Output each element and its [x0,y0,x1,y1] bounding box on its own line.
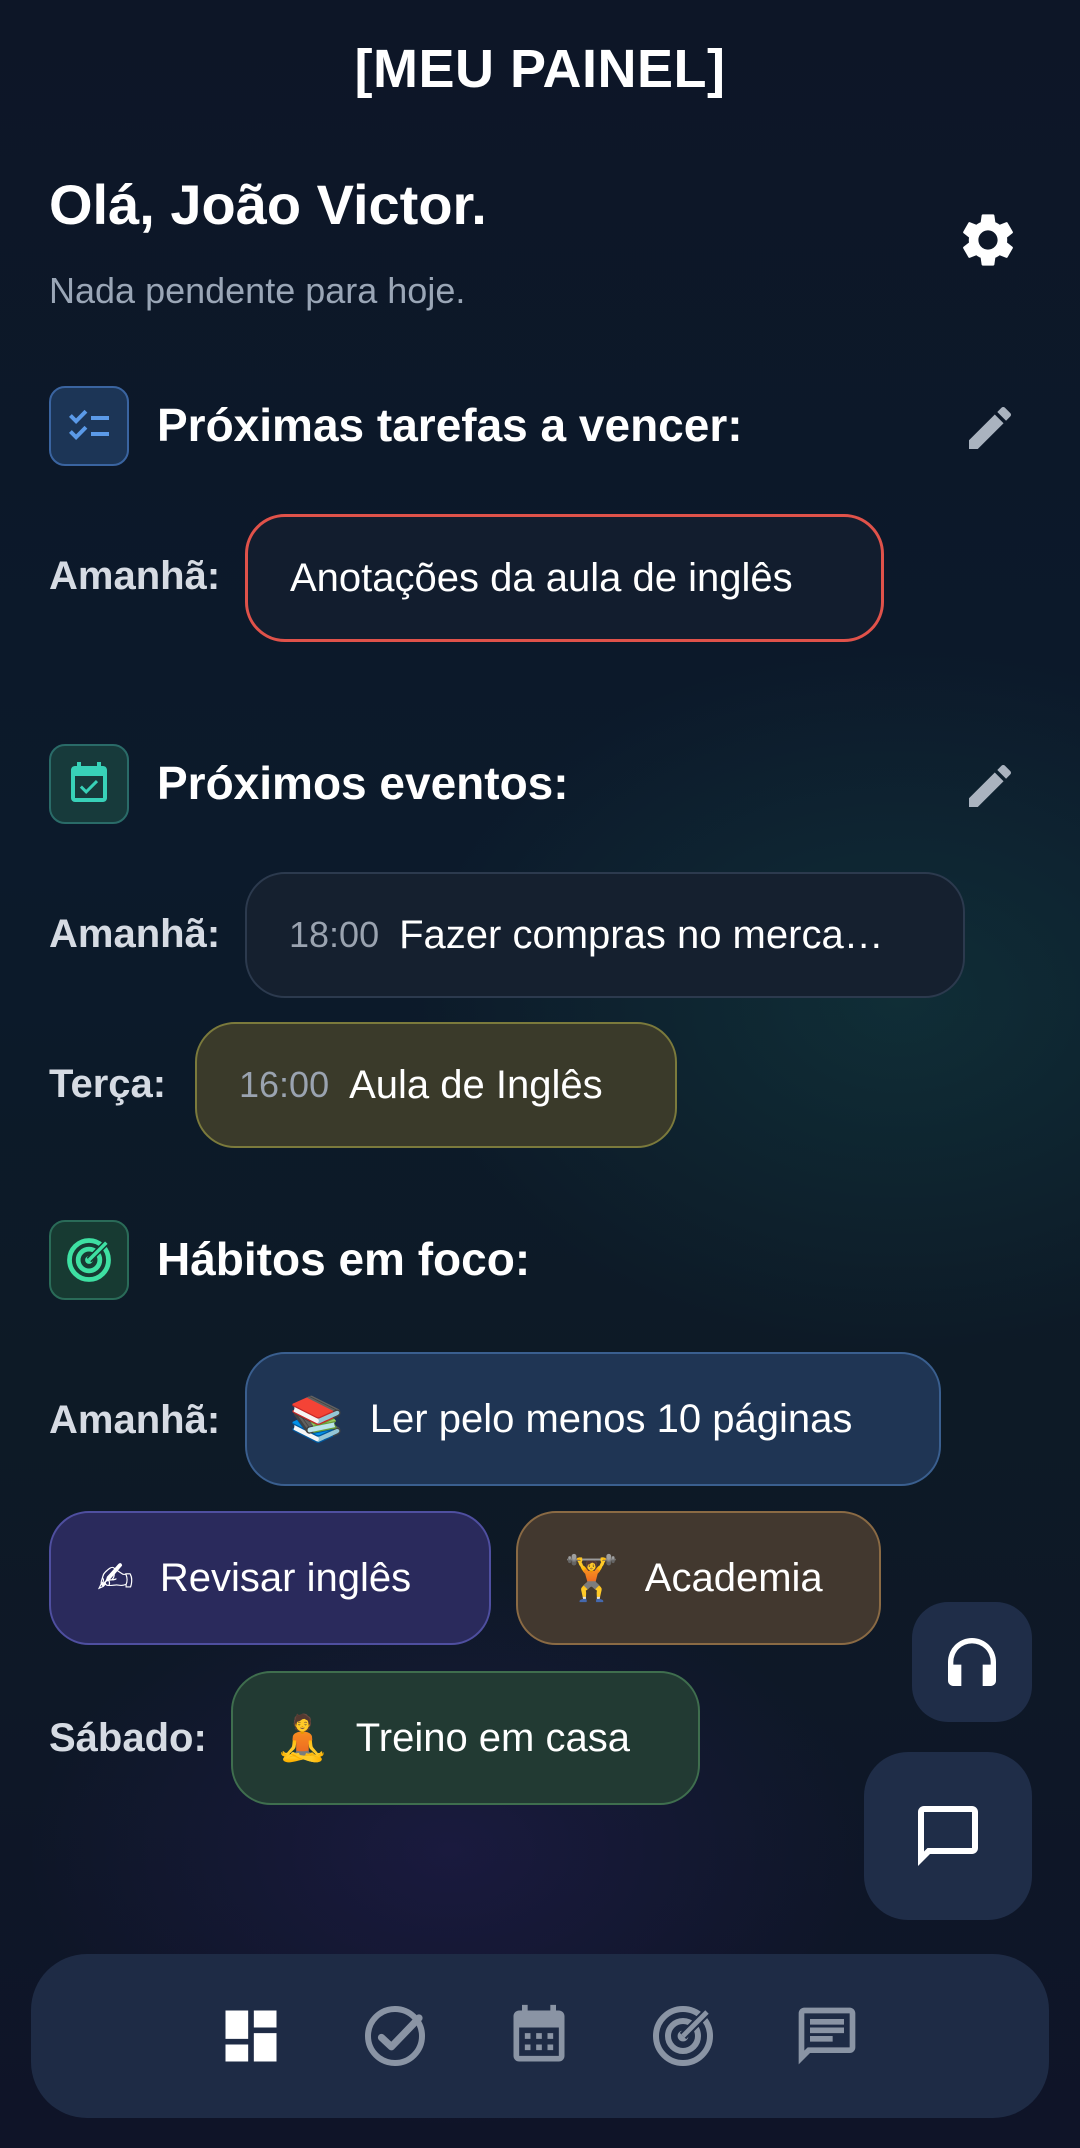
weightlifter-icon: 🏋 [564,1553,619,1604]
habits-section-title: Hábitos em foco: [157,1233,531,1285]
chat-icon [918,1806,978,1866]
habit-day-label: Amanhã: [49,1398,221,1442]
checklist-icon [49,386,129,466]
habit-text: Academia [644,1555,823,1600]
gear-icon[interactable] [956,208,1020,272]
greeting-subtitle: Nada pendente para hoje. [49,270,466,311]
habit-text: Treino em casa [355,1715,630,1760]
headphones-button[interactable] [912,1602,1032,1722]
event-text: Aula de Inglês [349,1062,603,1107]
event-time: 18:00 [289,914,380,955]
event-chip[interactable]: 18:00 Fazer compras no merca… [245,872,965,998]
chat-button[interactable] [864,1752,1032,1920]
habit-chip[interactable]: 🏋 Academia [516,1511,881,1645]
calendar-icon[interactable] [499,1996,579,2076]
page-title: [MEU PAINEL] [354,39,726,99]
habit-text: Revisar inglês [159,1555,412,1600]
event-chip[interactable]: 16:00 Aula de Inglês [195,1022,677,1148]
event-day-label: Amanhã: [49,912,221,956]
tasks-section-title: Próximas tarefas a vencer: [157,399,743,451]
habit-text: Ler pelo menos 10 páginas [369,1396,853,1441]
target-icon [49,1220,129,1300]
event-time: 16:00 [239,1064,330,1105]
writing-hand-icon: ✍ [97,1552,134,1604]
pencil-icon[interactable] [962,758,1018,814]
chat-icon[interactable] [787,1996,867,2076]
task-day-label: Amanhã: [49,554,221,598]
calendar-check-icon [49,744,129,824]
dashboard-icon[interactable] [211,1996,291,2076]
events-section-title: Próximos eventos: [157,757,569,809]
habit-day-label: Sábado: [49,1716,207,1760]
greeting-title: Olá, João Victor. [49,173,487,236]
target-icon[interactable] [643,1996,723,2076]
headphones-icon [948,1638,996,1686]
event-text: Fazer compras no merca… [399,912,884,957]
bottom-navigation [31,1954,1049,2118]
task-chip[interactable]: Anotações da aula de inglês [245,514,884,642]
books-icon: 📚 [289,1394,344,1445]
habit-chip[interactable]: 📚 Ler pelo menos 10 páginas [245,1352,941,1486]
habit-chip[interactable]: 🧘 Treino em casa [231,1671,700,1805]
pencil-icon[interactable] [962,400,1018,456]
meditation-icon: 🧘 [275,1713,330,1764]
task-text: Anotações da aula de inglês [290,555,793,600]
check-circle-icon[interactable] [355,1996,435,2076]
event-day-label: Terça: [49,1062,167,1106]
habit-chip[interactable]: ✍ Revisar inglês [49,1511,491,1645]
